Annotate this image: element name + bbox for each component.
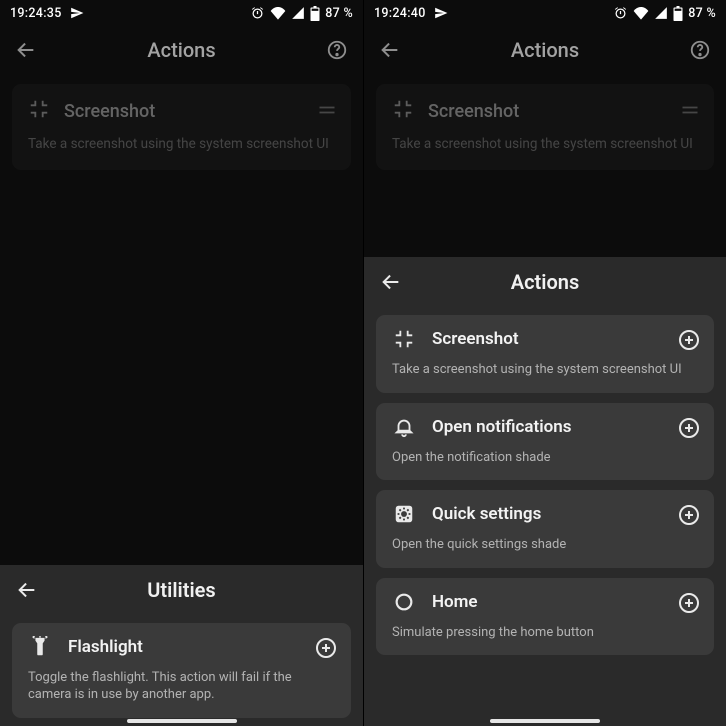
- status-bar: 19:24:40 87 %: [364, 0, 726, 26]
- bottom-sheet-utilities: Utilities Flashlight Toggle the flashlig…: [0, 565, 363, 726]
- back-arrow-icon[interactable]: [14, 38, 38, 62]
- card-title: Screenshot: [428, 101, 519, 122]
- status-battery: 87 %: [688, 6, 716, 21]
- drag-handle-icon[interactable]: [680, 102, 700, 121]
- card-desc: Open the notification shade: [392, 449, 698, 467]
- card-desc: Take a screenshot using the system scree…: [392, 361, 698, 379]
- action-card-quick-settings[interactable]: Quick settings Open the quick settings s…: [376, 490, 714, 568]
- alarm-icon: [250, 6, 265, 21]
- wifi-icon: [270, 6, 286, 20]
- action-card-open-notifications[interactable]: Open notifications Open the notification…: [376, 403, 714, 481]
- sheet-title: Utilities: [14, 578, 349, 602]
- card-title: Quick settings: [432, 504, 541, 524]
- add-icon[interactable]: [676, 327, 702, 353]
- wifi-icon: [633, 6, 649, 20]
- status-time: 19:24:35: [10, 6, 62, 21]
- card-title: Home: [432, 592, 478, 612]
- add-icon[interactable]: [313, 635, 339, 661]
- fullscreen-exit-icon: [392, 98, 414, 124]
- action-card-screenshot[interactable]: Screenshot Take a screenshot using the s…: [376, 315, 714, 393]
- status-battery: 87 %: [325, 6, 353, 21]
- fullscreen-exit-icon: [392, 327, 416, 351]
- card-desc: Toggle the flashlight. This action will …: [28, 669, 335, 704]
- signal-icon: [654, 6, 668, 20]
- back-arrow-icon[interactable]: [378, 38, 402, 62]
- add-icon[interactable]: [676, 415, 702, 441]
- phone-left: 19:24:35 87 % Actions: [0, 0, 363, 726]
- help-icon[interactable]: [688, 38, 712, 62]
- card-desc: Take a screenshot using the system scree…: [392, 136, 698, 154]
- card-desc: Simulate pressing the home button: [392, 624, 698, 642]
- status-time: 19:24:40: [374, 6, 426, 21]
- help-icon[interactable]: [325, 38, 349, 62]
- action-card-screenshot-dim: Screenshot Take a screenshot using the s…: [376, 84, 714, 170]
- add-icon[interactable]: [676, 502, 702, 528]
- send-icon: [70, 6, 84, 20]
- nav-handle[interactable]: [127, 719, 237, 723]
- app-settings-icon: [392, 502, 416, 526]
- alarm-icon: [613, 6, 628, 21]
- action-card-flashlight[interactable]: Flashlight Toggle the flashlight. This a…: [12, 623, 351, 718]
- appbar-title: Actions: [38, 38, 325, 62]
- card-title: Open notifications: [432, 417, 572, 437]
- phone-right: 19:24:40 87 % Actions: [363, 0, 726, 726]
- signal-icon: [291, 6, 305, 20]
- action-card-home[interactable]: Home Simulate pressing the home button: [376, 578, 714, 656]
- card-title: Screenshot: [432, 329, 519, 349]
- drag-handle-icon[interactable]: [317, 102, 337, 121]
- battery-icon: [673, 6, 683, 21]
- app-bar: Actions: [364, 26, 726, 74]
- bell-icon: [392, 415, 416, 439]
- fullscreen-exit-icon: [28, 98, 50, 124]
- card-title: Flashlight: [68, 637, 143, 657]
- battery-icon: [310, 6, 320, 21]
- add-icon[interactable]: [676, 590, 702, 616]
- sheet-title: Actions: [378, 270, 712, 294]
- circle-icon: [392, 590, 416, 614]
- status-bar: 19:24:35 87 %: [0, 0, 363, 26]
- card-title: Screenshot: [64, 101, 155, 122]
- card-desc: Take a screenshot using the system scree…: [28, 136, 335, 154]
- app-bar: Actions: [0, 26, 363, 74]
- send-icon: [434, 6, 448, 20]
- appbar-title: Actions: [402, 38, 688, 62]
- nav-handle[interactable]: [490, 719, 600, 723]
- flashlight-icon: [28, 635, 52, 659]
- action-card-screenshot-dim: Screenshot Take a screenshot using the s…: [12, 84, 351, 170]
- card-desc: Open the quick settings shade: [392, 536, 698, 554]
- bottom-sheet-actions: Actions Screenshot Take a screenshot usi…: [364, 257, 726, 726]
